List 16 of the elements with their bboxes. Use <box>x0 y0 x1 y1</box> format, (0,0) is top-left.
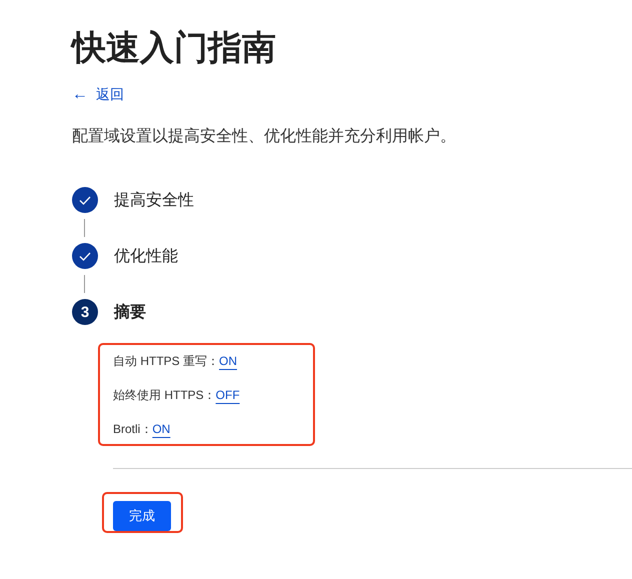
step-label: 优化性能 <box>114 246 178 266</box>
finish-button[interactable]: 完成 <box>113 501 171 531</box>
setting-value-link[interactable]: OFF <box>216 388 240 402</box>
step-label: 提高安全性 <box>114 190 194 210</box>
check-icon <box>79 252 91 260</box>
check-icon <box>79 196 91 204</box>
description: 配置域设置以提高安全性、优化性能并充分利用帐户。 <box>72 126 457 147</box>
step-number: 3 <box>72 299 98 325</box>
step-label: 摘要 <box>114 302 146 322</box>
setting-value-link[interactable]: ON <box>219 354 238 368</box>
setting-label: Brotli： <box>113 421 152 438</box>
setting-label: 自动 HTTPS 重写： <box>113 353 220 370</box>
setting-label: 始终使用 HTTPS： <box>113 387 216 404</box>
page-title: 快速入门指南 <box>72 28 277 69</box>
setting-value-link[interactable]: ON <box>152 422 170 436</box>
back-link[interactable]: ← 返回 <box>72 86 124 104</box>
